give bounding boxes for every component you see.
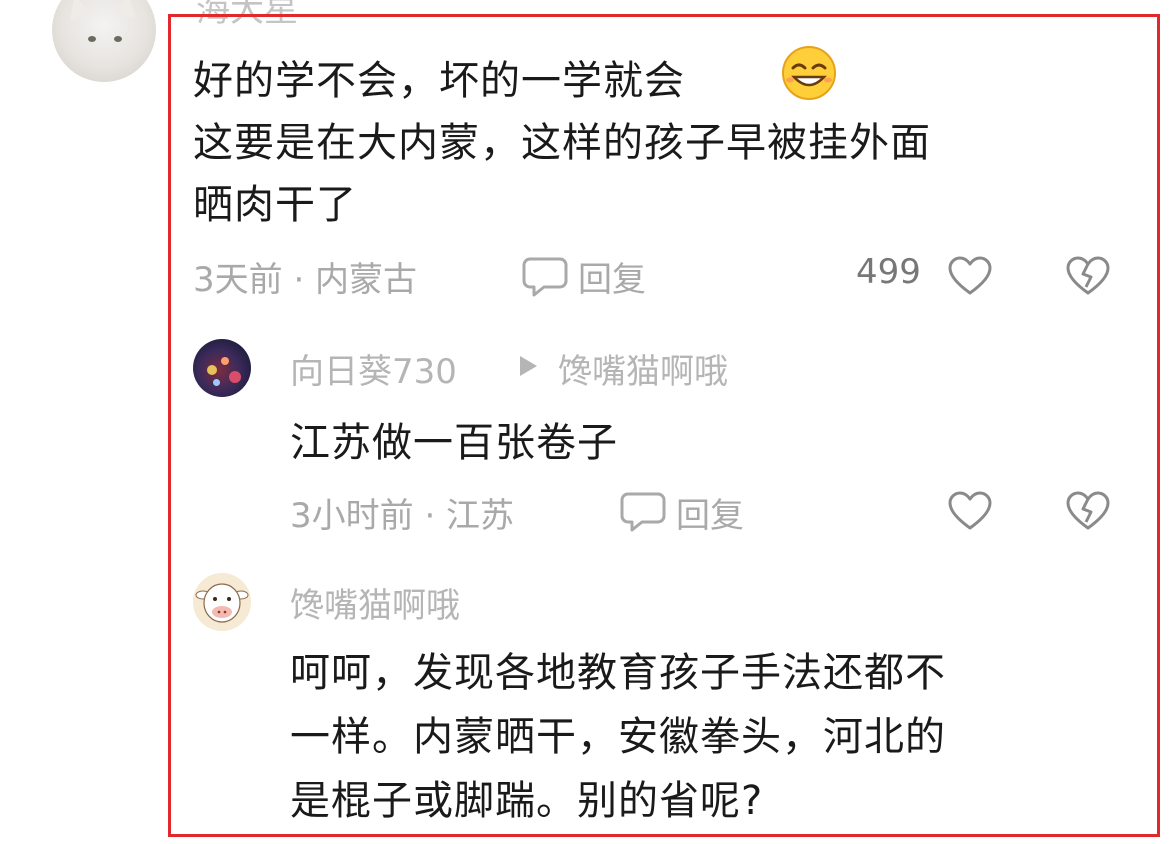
reply-text-line-3: 是棍子或脚踹。别的省呢? (290, 778, 764, 824)
reply-text: 江苏做一百张卷子 (290, 420, 618, 466)
reply-text-line-2: 一样。内蒙晒干，安徽拳头，河北的 (290, 714, 946, 760)
comment-text-line-2: 这要是在大内蒙，这样的孩子早被挂外面 (193, 120, 931, 166)
cow-avatar-icon (193, 573, 251, 631)
dislike-broken-heart-icon[interactable] (1064, 490, 1112, 532)
reply-text-line-1: 呵呵，发现各地教育孩子手法还都不 (290, 650, 946, 696)
commenter-username[interactable]: 海大星 (196, 0, 298, 31)
reply-timestamp-location: 3小时前 · 江苏 (290, 496, 515, 536)
comment-text-line-1: 好的学不会，坏的一学就会 (193, 58, 685, 104)
reply-avatar[interactable] (193, 339, 251, 397)
reply-button[interactable]: 回复 (578, 252, 646, 301)
comment-bubble-icon[interactable] (522, 255, 568, 299)
reply-arrow-icon (520, 356, 537, 376)
heart-icon[interactable] (946, 255, 994, 297)
reply-button[interactable]: 回复 (676, 488, 744, 537)
comment-text-line-3: 晒肉干了 (193, 182, 357, 228)
comment-bubble-icon[interactable] (620, 490, 666, 534)
grin-emoji-icon (782, 46, 836, 100)
commenter-avatar[interactable] (52, 0, 156, 82)
dislike-broken-heart-icon[interactable] (1064, 255, 1112, 297)
heart-icon[interactable] (946, 490, 994, 532)
comment-timestamp-location: 3天前 · 内蒙古 (193, 260, 418, 300)
reply-username[interactable]: 馋嘴猫啊哦 (290, 578, 460, 627)
reply-to-username[interactable]: 馋嘴猫啊哦 (558, 344, 728, 393)
reply-username[interactable]: 向日葵730 (290, 344, 457, 393)
reply-avatar[interactable] (193, 573, 251, 631)
like-count: 499 (856, 252, 921, 292)
